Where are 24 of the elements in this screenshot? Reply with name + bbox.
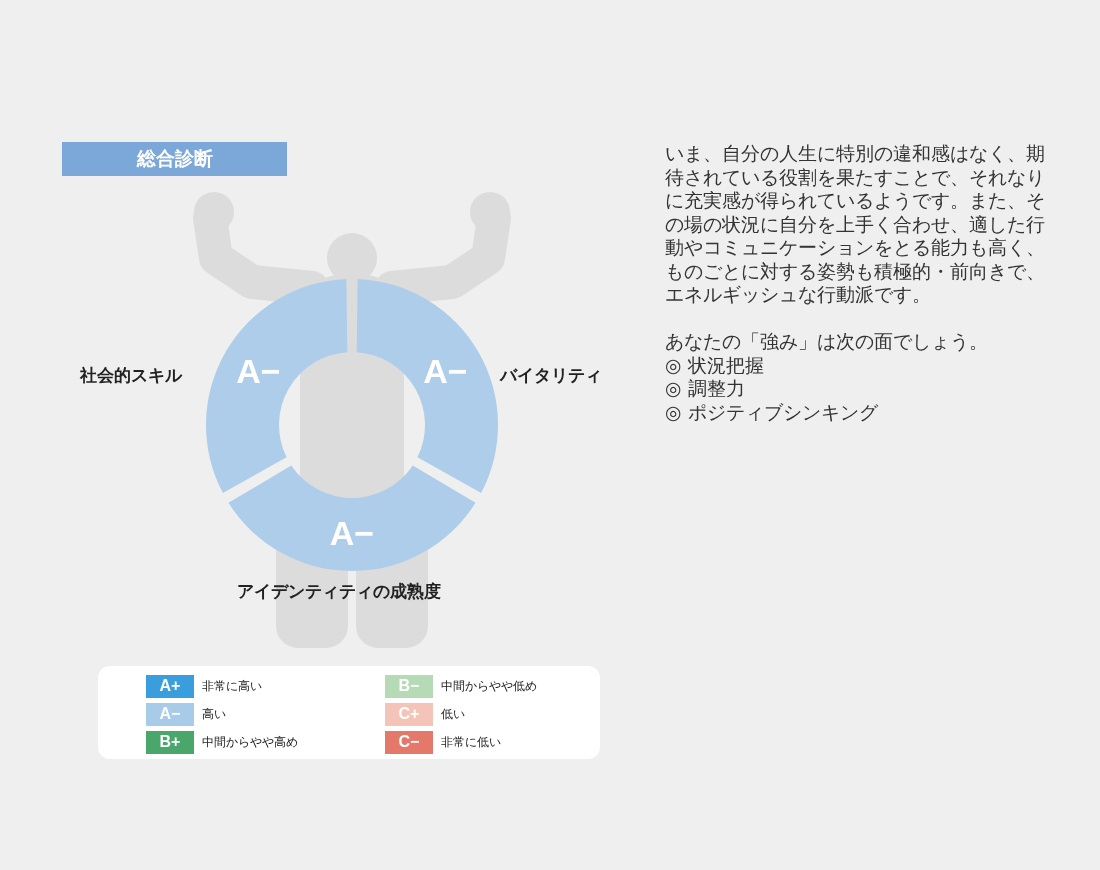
strengths-intro: あなたの「強み」は次の面でしょう。	[665, 330, 989, 354]
category-label: 社会的スキル	[80, 364, 182, 387]
grade-label: A−	[423, 352, 468, 390]
grade-badge: B−	[385, 674, 433, 698]
legend-label: 高い	[202, 705, 226, 723]
description-text: いま、自分の人生に特別の違和感はなく、期待されている役割を果たすことで、それなりに充実感が得られているようです。また、その場の状況に自分を上手く合わせ、適した行動やコミュニケーションをとる能力も高く、ものごとに対する姿勢も積極的・前向きで、エネルギッシュな行動派です。	[665, 142, 1046, 307]
grade-badge: C+	[385, 702, 433, 726]
strength-item: ◎ ポジティブシンキング	[665, 400, 879, 424]
category-label: バイタリティ	[500, 364, 602, 387]
grade-badge: C−	[385, 730, 433, 754]
grade-badge: A+	[146, 674, 194, 698]
grade-label: A−	[329, 514, 375, 552]
strength-item: ◎ 状況把握	[665, 353, 765, 377]
legend-label: 中間からやや高め	[202, 733, 298, 751]
legend-label: 非常に高い	[202, 677, 262, 695]
grade-label: A−	[236, 352, 281, 390]
strength-item: ◎ 調整力	[665, 377, 746, 401]
grade-badge: B+	[146, 730, 194, 754]
legend-label: 低い	[441, 705, 465, 723]
category-label: アイデンティティの成熟度	[237, 580, 441, 603]
legend-label: 非常に低い	[441, 733, 501, 751]
legend-label: 中間からやや低め	[441, 677, 537, 695]
grade-badge: A−	[146, 702, 194, 726]
section-title: 総合診断	[62, 142, 287, 176]
